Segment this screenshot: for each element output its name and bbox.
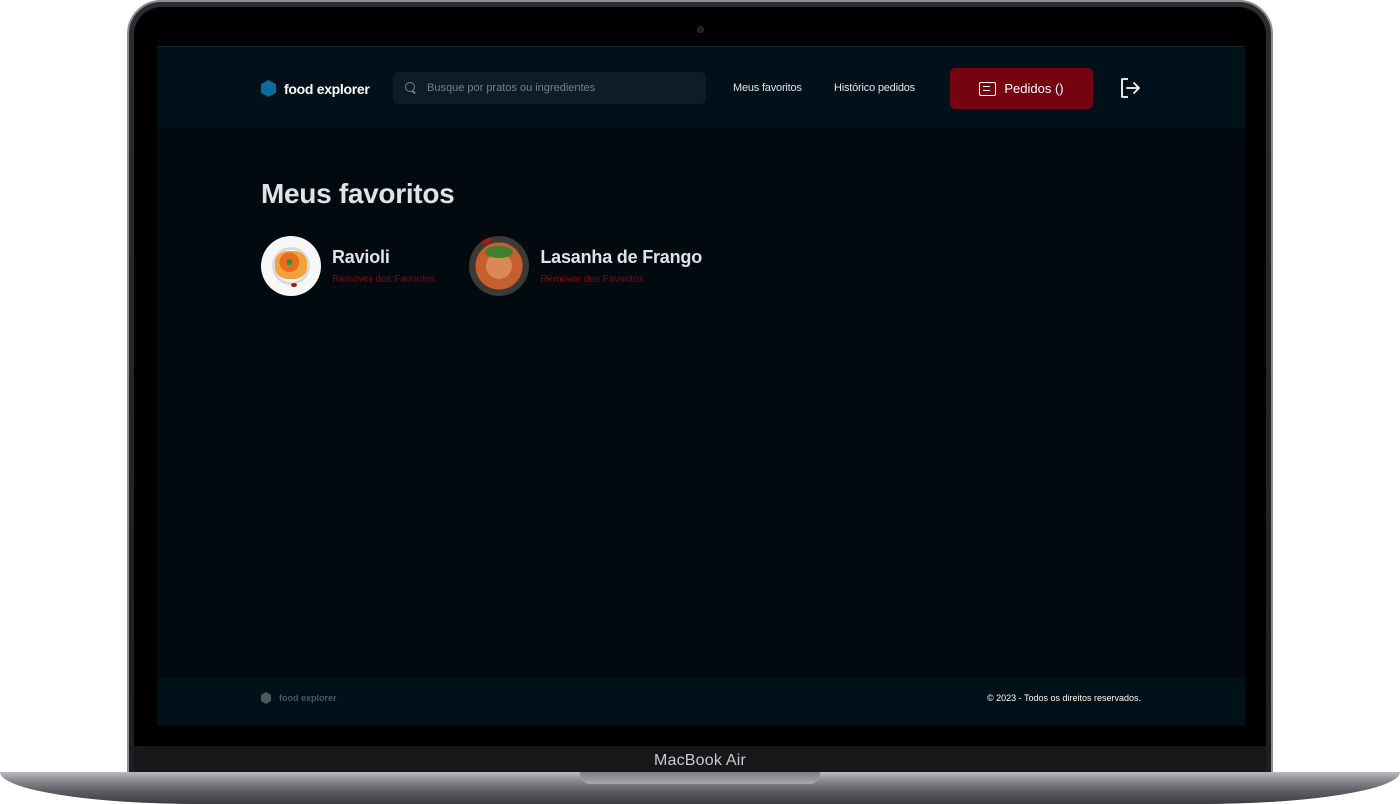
orders-button-label: Pedidos () bbox=[1004, 81, 1064, 96]
footer-brand: food explorer bbox=[261, 692, 337, 704]
search-input[interactable] bbox=[427, 82, 697, 94]
hexagon-logo-icon bbox=[261, 80, 276, 97]
page-title: Meus favoritos bbox=[261, 178, 455, 209]
search-bar bbox=[393, 72, 706, 104]
orders-button[interactable]: Pedidos () bbox=[950, 68, 1093, 109]
favorite-text: Lasanha de Frango Remover dos Favoritos bbox=[540, 247, 702, 285]
search-icon bbox=[405, 82, 417, 94]
remove-favorite-link[interactable]: Remover dos Favoritos bbox=[332, 274, 435, 285]
dish-thumbnail[interactable] bbox=[469, 236, 530, 296]
app-screen: food explorer Meus favoritos Histórico p… bbox=[157, 46, 1245, 726]
favorites-list: Ravioli Remover dos Favoritos Lasanha de… bbox=[261, 236, 702, 296]
receipt-icon bbox=[979, 81, 997, 96]
sign-out-icon[interactable] bbox=[1120, 78, 1142, 98]
nav-history-link[interactable]: Histórico pedidos bbox=[834, 82, 915, 94]
hexagon-logo-icon bbox=[261, 692, 271, 704]
app-footer: food explorer © 2023 - Todos os direitos… bbox=[157, 678, 1245, 726]
dish-name[interactable]: Ravioli bbox=[332, 247, 435, 268]
dish-name[interactable]: Lasanha de Frango bbox=[540, 247, 702, 268]
remove-favorite-link[interactable]: Remover dos Favoritos bbox=[540, 274, 702, 285]
brand-logo[interactable]: food explorer bbox=[261, 80, 370, 97]
brand-name: food explorer bbox=[284, 80, 370, 97]
laptop-notch bbox=[580, 772, 820, 784]
favorite-item: Lasanha de Frango Remover dos Favoritos bbox=[469, 236, 702, 296]
copyright-text: © 2023 - Todos os direitos reservados. bbox=[986, 693, 1141, 703]
dish-thumbnail[interactable] bbox=[261, 236, 321, 296]
favorite-item: Ravioli Remover dos Favoritos bbox=[261, 236, 435, 296]
footer-brand-name: food explorer bbox=[279, 693, 337, 703]
nav-favorites-link[interactable]: Meus favoritos bbox=[733, 82, 802, 94]
favorite-text: Ravioli Remover dos Favoritos bbox=[332, 247, 435, 285]
camera-icon bbox=[697, 26, 704, 33]
device-label: MacBook Air bbox=[653, 752, 746, 769]
app-header: food explorer Meus favoritos Histórico p… bbox=[157, 46, 1245, 128]
